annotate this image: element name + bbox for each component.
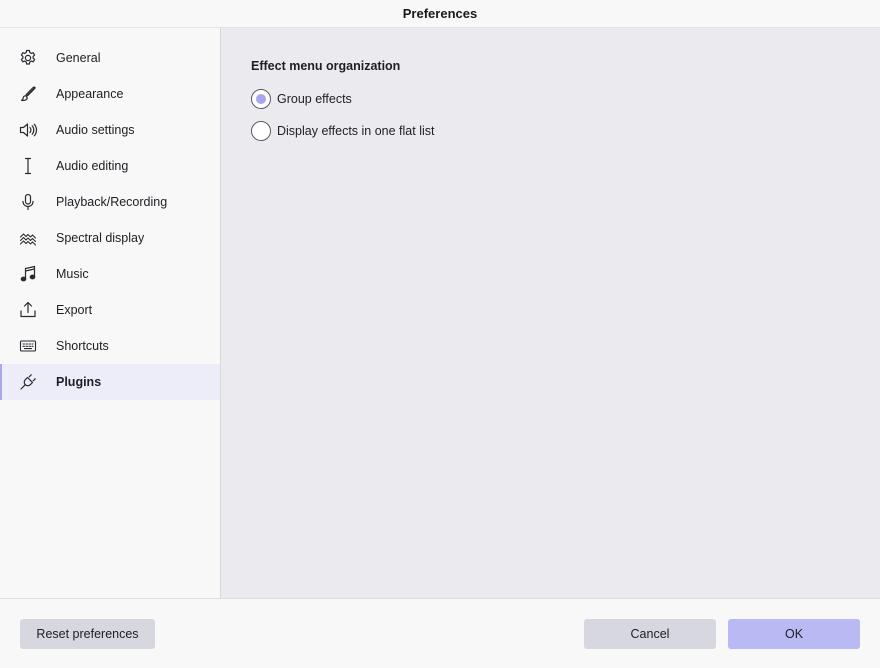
sidebar-item-label: Audio editing xyxy=(56,159,129,173)
spectral-icon xyxy=(18,228,38,248)
preferences-window: Preferences General Appearance Audio set… xyxy=(0,0,880,668)
text-cursor-icon xyxy=(18,156,38,176)
radio-button[interactable] xyxy=(251,121,271,141)
window-titlebar: Preferences xyxy=(0,0,880,28)
sidebar: General Appearance Audio settings Audio … xyxy=(0,28,221,598)
sidebar-item-label: Appearance xyxy=(56,87,124,101)
sidebar-item-label: Audio settings xyxy=(56,123,135,137)
radio-button-selected[interactable] xyxy=(251,89,271,109)
radio-label: Display effects in one flat list xyxy=(277,124,435,138)
sidebar-item-label: General xyxy=(56,51,101,65)
sidebar-item-playback-recording[interactable]: Playback/Recording xyxy=(0,184,220,220)
dialog-footer: Reset preferences Cancel OK xyxy=(0,598,880,668)
export-icon xyxy=(18,300,38,320)
sidebar-item-audio-settings[interactable]: Audio settings xyxy=(0,112,220,148)
sidebar-item-label: Plugins xyxy=(56,375,102,389)
keyboard-icon xyxy=(18,336,38,356)
sidebar-item-label: Music xyxy=(56,267,89,281)
microphone-icon xyxy=(18,192,38,212)
settings-panel: Effect menu organization Group effects D… xyxy=(221,28,880,598)
sidebar-item-audio-editing[interactable]: Audio editing xyxy=(0,148,220,184)
sidebar-item-general[interactable]: General xyxy=(0,40,220,76)
sidebar-item-label: Export xyxy=(56,303,93,317)
plug-icon xyxy=(18,372,38,392)
sidebar-item-appearance[interactable]: Appearance xyxy=(0,76,220,112)
sidebar-item-plugins[interactable]: Plugins xyxy=(0,364,220,400)
radio-option-flat-list[interactable]: Display effects in one flat list xyxy=(251,121,434,141)
ok-button[interactable]: OK xyxy=(728,619,860,649)
sidebar-item-music[interactable]: Music xyxy=(0,256,220,292)
window-title: Preferences xyxy=(402,6,478,21)
radio-label: Group effects xyxy=(277,92,352,106)
radio-dot xyxy=(256,94,266,104)
brush-icon xyxy=(18,84,38,104)
sidebar-item-shortcuts[interactable]: Shortcuts xyxy=(0,328,220,364)
speaker-icon xyxy=(18,120,38,140)
cancel-button[interactable]: Cancel xyxy=(584,619,716,649)
sidebar-item-spectral-display[interactable]: Spectral display xyxy=(0,220,220,256)
section-title: Effect menu organization xyxy=(251,59,401,73)
gear-icon xyxy=(18,48,38,68)
reset-preferences-button[interactable]: Reset preferences xyxy=(20,619,155,649)
radio-option-group-effects[interactable]: Group effects xyxy=(251,89,352,109)
sidebar-item-label: Shortcuts xyxy=(56,339,109,353)
sidebar-item-label: Spectral display xyxy=(56,231,145,245)
music-note-icon xyxy=(18,264,38,284)
sidebar-item-export[interactable]: Export xyxy=(0,292,220,328)
sidebar-item-label: Playback/Recording xyxy=(56,195,168,209)
